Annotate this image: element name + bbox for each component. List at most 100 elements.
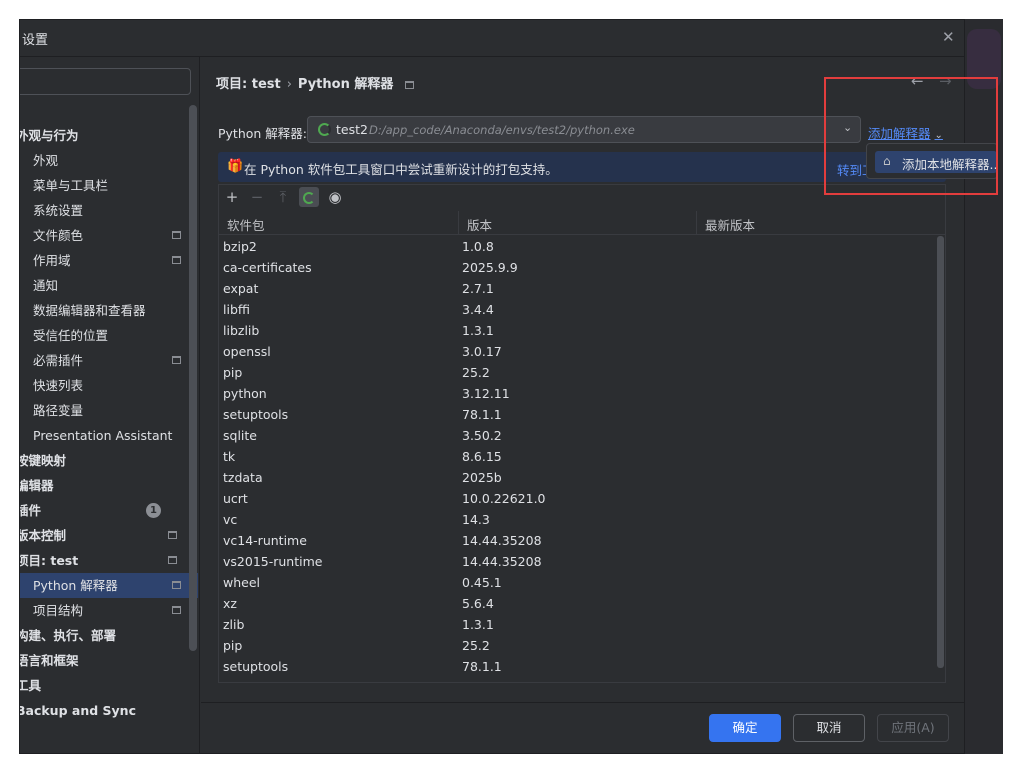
project-scope-icon [172,606,181,614]
column-divider[interactable] [696,211,697,235]
ok-button[interactable]: 确定 [709,714,781,742]
table-row[interactable]: libffi 3.4.4 [219,299,937,320]
table-row[interactable]: python 3.12.11 [219,383,937,404]
table-row[interactable]: wheel 0.45.1 [219,572,937,593]
table-row[interactable]: xz 5.6.4 [219,593,937,614]
table-row[interactable]: sqlite 3.50.2 [219,425,937,446]
package-version-cell: 78.1.1 [462,407,502,422]
sidebar-item[interactable]: 菜单与工具栏 [20,173,198,198]
sidebar-item[interactable]: 项目结构 [20,598,198,623]
sidebar-item-label: 路径变量 [33,403,84,418]
package-name-cell: tzdata [223,470,263,485]
package-version-cell: 2.7.1 [462,281,494,296]
sidebar-item[interactable]: 外观 [20,148,198,173]
sidebar-item[interactable]: 通知 [20,273,198,298]
table-row[interactable]: vc 14.3 [219,509,937,530]
sidebar-item[interactable]: 受信任的位置 [20,323,198,348]
banner-text: 在 Python 软件包工具窗口中尝试重新设计的打包支持。 [244,162,558,177]
package-name-cell: vs2015-runtime [223,554,323,569]
packages-table-header: 软件包 版本 最新版本 [219,211,945,235]
sidebar-item[interactable]: 按键映射 [20,448,194,473]
column-header-version[interactable]: 版本 [467,215,492,234]
sidebar-item-label: 插件 [20,503,42,518]
table-row[interactable]: zlib 1.3.1 [219,614,937,635]
table-row[interactable]: bzip2 1.0.8 [219,236,937,257]
sidebar-item[interactable]: 构建、执行、部署 [20,623,194,648]
package-version-cell: 2025b [462,470,502,485]
breadcrumb-page: Python 解释器 [297,77,394,92]
refresh-icon[interactable] [299,187,319,207]
sidebar-item[interactable]: 系统设置 [20,198,198,223]
packages-scrollbar[interactable] [937,236,944,668]
column-header-latest[interactable]: 最新版本 [705,215,755,234]
sidebar-item[interactable]: 插件 1 [20,498,194,523]
table-row[interactable]: vs2015-runtime 14.44.35208 [219,551,937,572]
column-divider[interactable] [458,211,459,235]
cancel-button[interactable]: 取消 [793,714,865,742]
package-version-cell: 3.12.11 [462,386,510,401]
table-row[interactable]: setuptools 78.1.1 [219,404,937,425]
sidebar-item-label: 数据编辑器和查看器 [33,303,146,318]
sidebar-item-label: 文件颜色 [33,228,84,243]
table-row[interactable]: pip 25.2 [219,635,937,656]
sidebar-item[interactable]: 文件颜色 [20,223,198,248]
package-name-cell: tk [223,449,236,464]
table-row[interactable]: tk 8.6.15 [219,446,937,467]
table-row[interactable]: openssl 3.0.17 [219,341,937,362]
sidebar-item[interactable]: Backup and Sync [20,698,194,723]
close-icon[interactable]: ✕ [942,28,955,46]
minus-icon[interactable]: − [247,187,267,207]
settings-search-input[interactable] [20,68,191,95]
sidebar-item[interactable]: 外观与行为 [20,123,194,148]
apply-button[interactable]: 应用(A) [877,714,949,742]
sidebar-item[interactable]: 快速列表 [20,373,198,398]
sidebar-item[interactable]: Python 解释器 [20,573,198,598]
package-version-cell: 25.2 [462,638,490,653]
package-name-cell: libzlib [223,323,260,338]
package-name-cell: ca-certificates [223,260,312,275]
table-row[interactable]: tzdata 2025b [219,467,937,488]
table-row[interactable]: vc14-runtime 14.44.35208 [219,530,937,551]
sidebar-item[interactable]: 项目: test [20,548,194,573]
column-header-package[interactable]: 软件包 [227,215,265,234]
sidebar-item[interactable]: 作用域 [20,248,198,273]
sidebar-item[interactable]: 工具 [20,673,194,698]
sidebar-item[interactable]: 语言和框架 [20,648,194,673]
package-version-cell: 0.45.1 [462,575,502,590]
breadcrumb-project[interactable]: 项目: test [216,77,281,92]
table-row[interactable]: libzlib 1.3.1 [219,320,937,341]
eye-icon[interactable]: ◉ [325,187,345,207]
table-row[interactable]: pip 25.2 [219,362,937,383]
sidebar-item[interactable]: 编辑器 [20,473,194,498]
sidebar-item[interactable]: Presentation Assistant [20,423,198,448]
package-name-cell: python [223,386,267,401]
interpreter-select[interactable]: test2 D:/app_code/Anaconda/envs/test2/py… [307,116,861,143]
interpreter-label: Python 解释器: [218,126,308,141]
table-row[interactable]: setuptools 78.1.1 [219,656,937,677]
table-row[interactable]: expat 2.7.1 [219,278,937,299]
package-name-cell: pip [223,365,243,380]
sidebar-item[interactable]: 数据编辑器和查看器 [20,298,198,323]
package-name-cell: ucrt [223,491,248,506]
settings-sidebar: 外观与行为外观菜单与工具栏 系统设置文件颜色作用域 通知数据编辑器和查看器受信任的位… [20,57,200,754]
plus-icon[interactable]: + [222,187,242,207]
package-version-cell: 1.3.1 [462,617,494,632]
sidebar-item-label: 项目结构 [33,603,84,618]
sidebar-scrollbar[interactable] [189,105,197,651]
package-name-cell: setuptools [223,659,289,674]
packages-panel: + − ⤒ ◉ 软件包 版本 最新版本 bzip2 1.0.8 ca-certifi… [218,184,946,683]
table-row[interactable]: ca-certificates 2025.9.9 [219,257,937,278]
sidebar-item[interactable]: 版本控制 [20,523,194,548]
upgrade-icon[interactable]: ⤒ [273,187,293,207]
package-version-cell: 5.6.4 [462,596,494,611]
gift-icon: 🎁 [227,159,244,174]
table-row[interactable]: ucrt 10.0.22621.0 [219,488,937,509]
package-version-cell: 78.1.1 [462,659,502,674]
sidebar-item-label: 外观 [33,153,59,168]
loading-spinner-icon [318,123,331,136]
sidebar-item-label: Backup and Sync [20,703,136,718]
sidebar-item[interactable]: 必需插件 [20,348,198,373]
package-version-cell: 10.0.22621.0 [462,491,546,506]
sidebar-item[interactable]: 路径变量 [20,398,198,423]
sidebar-item-label: 外观与行为 [20,128,79,143]
